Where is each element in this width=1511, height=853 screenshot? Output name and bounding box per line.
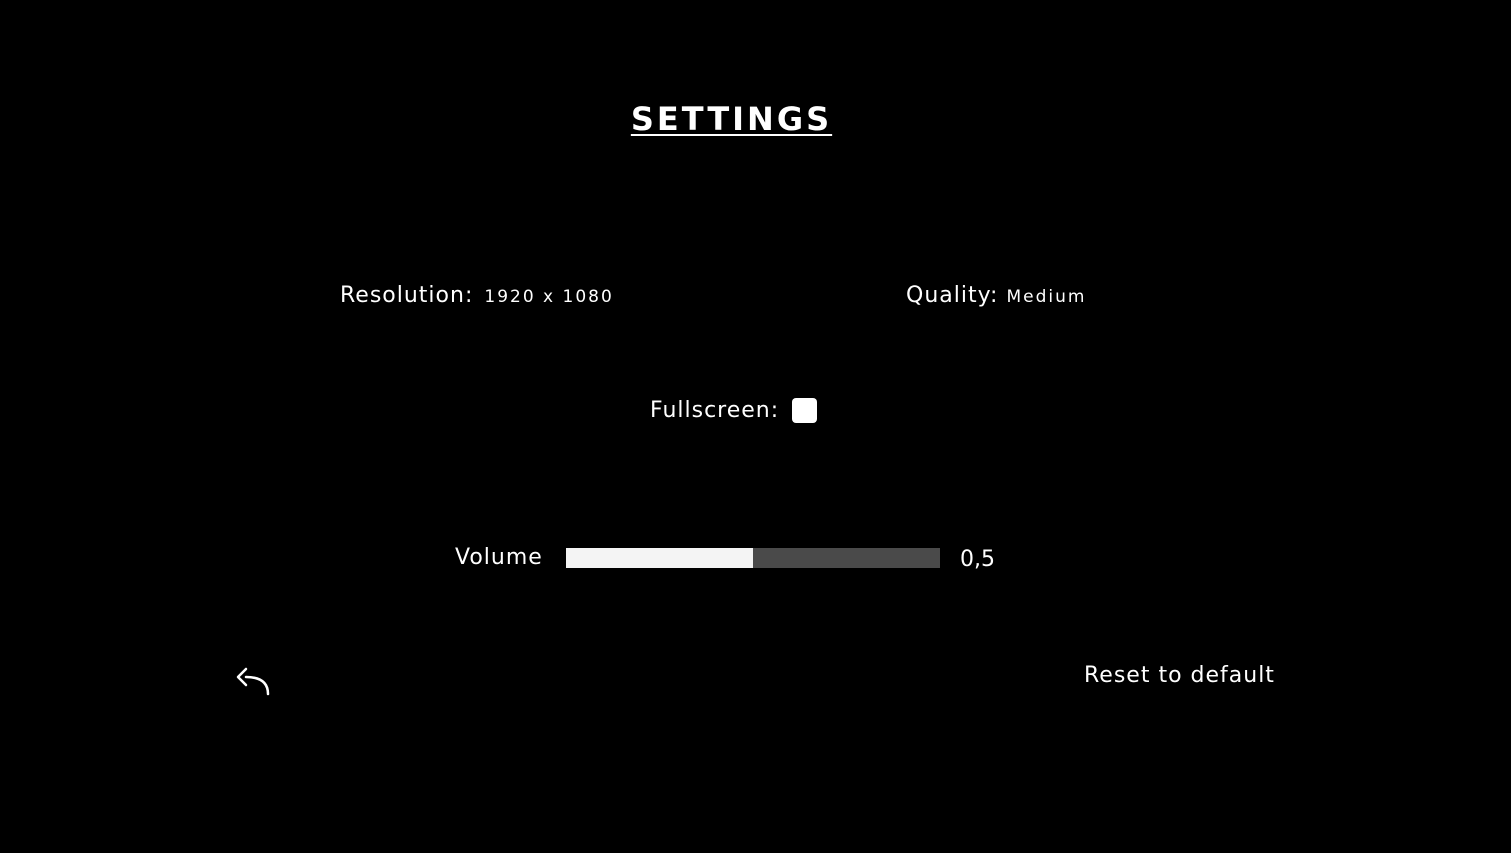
volume-value: 0,5 [960,547,995,572]
volume-slider-fill [566,547,753,568]
quality-label: Quality: [906,283,999,308]
volume-setting: Volume 0,5 [455,545,995,572]
resolution-label: Resolution: [340,283,474,308]
page-title: SETTINGS [630,100,833,138]
resolution-selector[interactable]: Resolution: 1920 x 1080 [340,283,614,308]
fullscreen-checkbox[interactable] [792,398,818,423]
quality-selector[interactable]: Quality: Medium [906,283,1086,308]
volume-label: Volume [455,545,543,570]
quality-value[interactable]: Medium [1006,287,1086,307]
reset-to-default-button[interactable]: Reset to default [1084,663,1275,688]
fullscreen-label: Fullscreen: [650,398,780,423]
back-arrow-icon [236,667,270,696]
back-button[interactable] [234,662,274,698]
volume-slider[interactable] [566,547,940,568]
resolution-value[interactable]: 1920 x 1080 [484,287,613,307]
fullscreen-setting: Fullscreen: [650,398,818,423]
